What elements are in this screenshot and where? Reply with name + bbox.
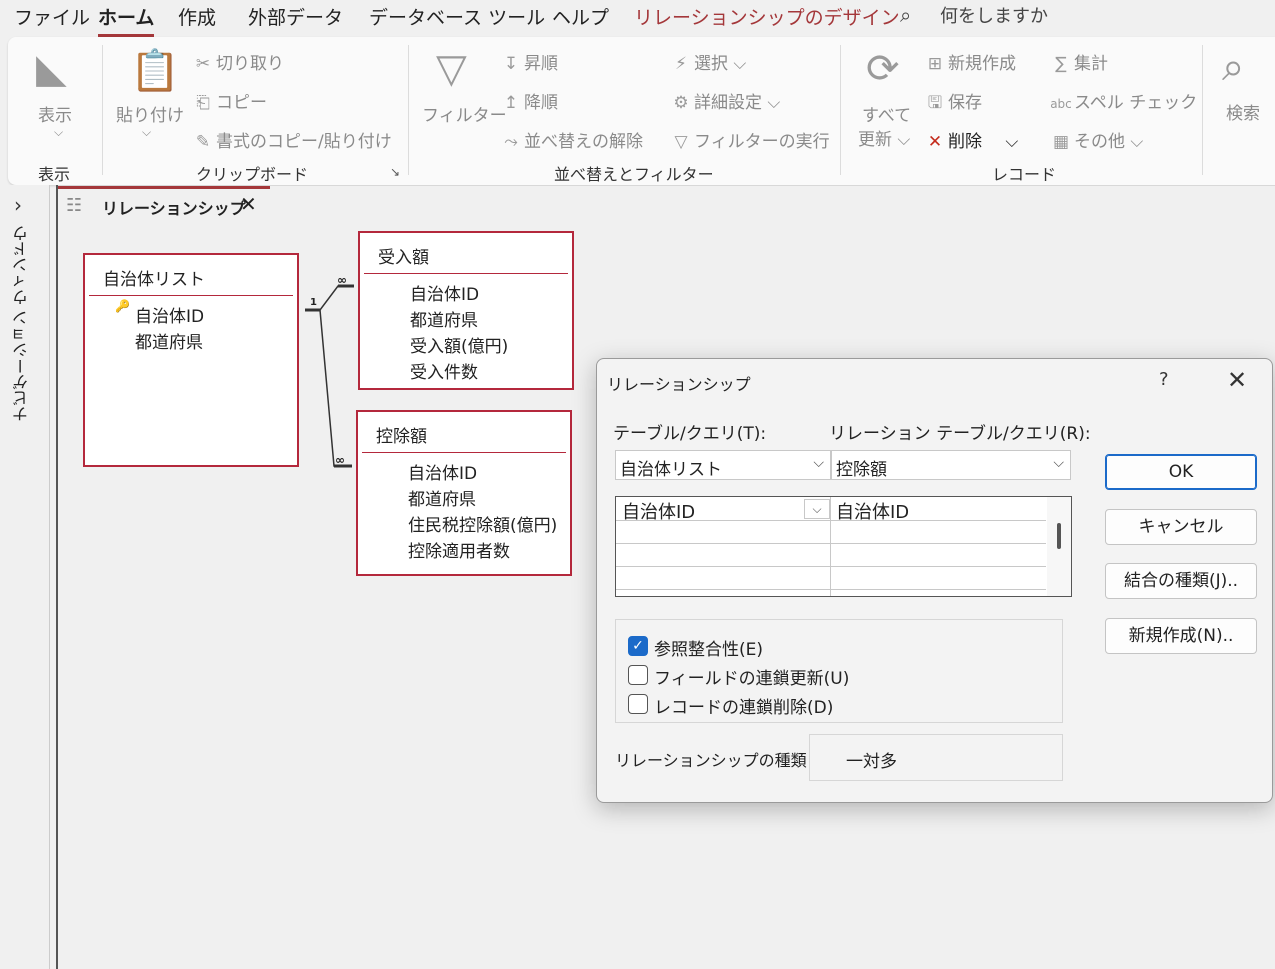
table-query-value: 自治体リスト bbox=[620, 460, 722, 480]
table-field[interactable]: 控除適用者数 bbox=[408, 537, 510, 562]
create-new-button[interactable]: 新規作成(N).. bbox=[1105, 618, 1257, 654]
table-field[interactable]: 自治体ID bbox=[408, 459, 477, 484]
scrollbar-thumb[interactable] bbox=[1057, 523, 1061, 549]
table-deductions[interactable]: 控除額 自治体ID 都道府県 住民税控除額(億円) 控除適用者数 bbox=[356, 410, 572, 576]
dialog-title: リレーションシップ bbox=[607, 375, 751, 394]
table-title: 控除額 bbox=[376, 427, 427, 447]
table-municipality-list[interactable]: 自治体リスト 🔑 自治体ID 都道府県 bbox=[83, 253, 299, 467]
table-query-select[interactable]: 自治体リスト ⌵ bbox=[615, 450, 831, 480]
relationship-dialog: リレーションシップ ? ✕ テーブル/クエリ(T): リレーション テーブル/ク… bbox=[596, 358, 1273, 803]
cascade-update-checkbox[interactable] bbox=[628, 665, 648, 685]
grid-scrollbar[interactable] bbox=[1047, 497, 1071, 596]
grid-column-line bbox=[830, 497, 831, 596]
cascade-delete-checkbox[interactable] bbox=[628, 694, 648, 714]
relation-many-label: ∞ bbox=[335, 453, 345, 467]
primary-key-icon: 🔑 bbox=[115, 299, 130, 313]
field-mapping-grid[interactable]: 自治体ID ⌵ 自治体ID bbox=[615, 496, 1072, 597]
cascade-update-label[interactable]: フィールドの連鎖更新(U) bbox=[654, 664, 849, 689]
table-field[interactable]: 住民税控除額(億円) bbox=[408, 511, 557, 536]
table-query-label: テーブル/クエリ(T): bbox=[613, 424, 767, 444]
table-divider bbox=[89, 295, 293, 296]
table-field[interactable]: 都道府県 bbox=[408, 485, 476, 510]
table-field[interactable]: 自治体ID bbox=[410, 280, 479, 305]
table-field[interactable]: 都道府県 bbox=[410, 306, 478, 331]
cancel-button[interactable]: キャンセル bbox=[1105, 509, 1257, 545]
grid-row-line bbox=[616, 520, 1046, 521]
relation-line-2 bbox=[305, 309, 352, 467]
grid-row-line bbox=[616, 589, 1046, 590]
relationship-type-box: 一対多 bbox=[809, 734, 1063, 781]
related-table-query-select[interactable]: 控除額 ⌵ bbox=[831, 450, 1071, 480]
table-receipts[interactable]: 受入額 自治体ID 都道府県 受入額(億円) 受入件数 bbox=[358, 231, 574, 390]
related-table-query-label: リレーション テーブル/クエリ(R): bbox=[829, 424, 1091, 444]
table-field[interactable]: 受入件数 bbox=[410, 358, 478, 383]
chevron-down-icon[interactable]: ⌵ bbox=[804, 499, 830, 519]
relationship-type-value: 一対多 bbox=[846, 752, 897, 772]
enforce-integrity-label[interactable]: 参照整合性(E) bbox=[654, 635, 763, 660]
grid-row-line bbox=[616, 543, 1046, 544]
grid-row-line bbox=[616, 566, 1046, 567]
table-field[interactable]: 受入額(億円) bbox=[410, 332, 508, 357]
relation-one-label: 1 bbox=[310, 297, 317, 308]
cascade-delete-label[interactable]: レコードの連鎖削除(D) bbox=[654, 693, 833, 718]
ok-button[interactable]: OK bbox=[1105, 454, 1257, 490]
chevron-down-icon: ⌵ bbox=[813, 455, 824, 471]
table-title: 自治体リスト bbox=[103, 270, 205, 290]
chevron-down-icon: ⌵ bbox=[1053, 455, 1064, 471]
relation-many-label: ∞ bbox=[337, 273, 347, 287]
table-divider bbox=[362, 452, 566, 453]
table-title: 受入額 bbox=[378, 248, 429, 268]
close-icon[interactable]: ✕ bbox=[1227, 366, 1247, 394]
enforce-integrity-checkbox[interactable]: ✓ bbox=[628, 636, 648, 656]
relationship-type-label: リレーションシップの種類： bbox=[615, 751, 823, 770]
help-button[interactable]: ? bbox=[1159, 369, 1169, 390]
integrity-options: ✓ 参照整合性(E) フィールドの連鎖更新(U) レコードの連鎖削除(D) bbox=[615, 619, 1063, 723]
table-divider bbox=[364, 273, 568, 274]
related-table-query-value: 控除額 bbox=[836, 460, 887, 480]
table-field[interactable]: 自治体ID bbox=[135, 302, 204, 327]
join-type-button[interactable]: 結合の種類(J).. bbox=[1105, 563, 1257, 599]
table-field[interactable]: 都道府県 bbox=[135, 328, 203, 353]
